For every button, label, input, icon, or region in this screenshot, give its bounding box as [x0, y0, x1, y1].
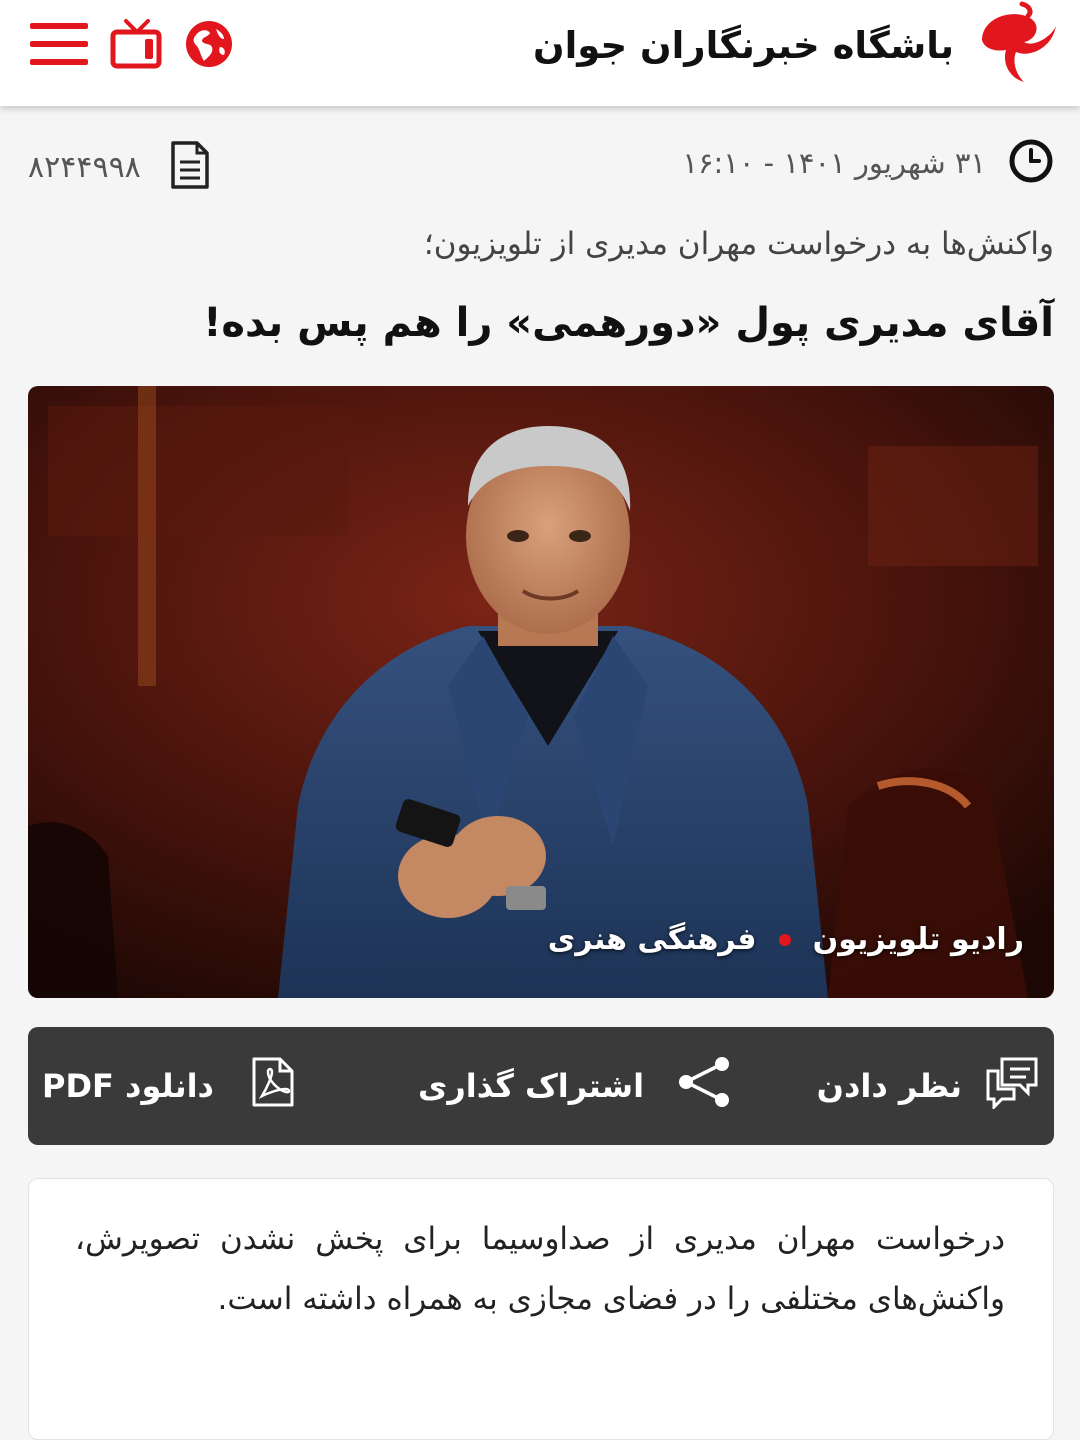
tag-separator-dot	[778, 933, 791, 946]
article-hero-image[interactable]	[28, 386, 1054, 998]
pdf-label: دانلود PDF	[42, 1067, 214, 1105]
article-body-text: درخواست مهران مدیری از صداوسیما برای پخش…	[75, 1221, 1005, 1317]
comment-icon	[984, 1055, 1040, 1117]
download-pdf-button[interactable]: دانلود PDF	[42, 1027, 296, 1145]
comment-button[interactable]: نظر دادن	[817, 1027, 1040, 1145]
comment-label: نظر دادن	[816, 1067, 962, 1105]
news-code-value: ۸۲۴۴۹۹۸	[28, 149, 141, 185]
article-meta: ۳۱ شهریور ۱۴۰۱ - ۱۶:۱۰ ۸۲۴۴۹۹۸	[0, 128, 1080, 198]
subcategory-tag[interactable]: رادیو تلویزیون	[813, 922, 1024, 957]
header-actions	[30, 14, 234, 74]
share-label: اشتراک گذاری	[418, 1067, 645, 1105]
document-icon	[169, 140, 211, 194]
article-body-card: درخواست مهران مدیری از صداوسیما برای پخش…	[28, 1178, 1054, 1440]
category-tag[interactable]: فرهنگی هنری	[548, 922, 757, 957]
article-lead: واکنش‌ها به درخواست مهران مدیری از تلویز…	[423, 226, 1054, 262]
hero-tags: فرهنگی هنری رادیو تلویزیون	[548, 922, 1024, 957]
publish-date: ۳۱ شهریور ۱۴۰۱ - ۱۶:۱۰	[682, 138, 1054, 188]
globe-icon[interactable]	[184, 19, 234, 69]
menu-icon[interactable]	[30, 21, 88, 67]
article-headline: آقای مدیری پول «دورهمی» را هم پس بده!	[203, 300, 1054, 346]
brand[interactable]: باشگاه خبرنگاران جوان	[533, 0, 1058, 90]
tv-icon[interactable]	[110, 19, 162, 69]
pdf-icon	[250, 1056, 296, 1116]
article-action-bar: نظر دادن اشتراک گذاری دانلود PDF	[28, 1027, 1054, 1145]
top-header: باشگاه خبرنگاران جوان	[0, 0, 1080, 106]
site-logo-icon[interactable]	[972, 0, 1058, 90]
share-icon	[676, 1054, 732, 1118]
clock-icon	[1008, 138, 1054, 188]
date-text: ۳۱ شهریور ۱۴۰۱ - ۱۶:۱۰	[682, 146, 986, 180]
site-title[interactable]: باشگاه خبرنگاران جوان	[533, 24, 954, 67]
news-code: ۸۲۴۴۹۹۸	[28, 140, 211, 194]
share-button[interactable]: اشتراک گذاری	[418, 1027, 732, 1145]
